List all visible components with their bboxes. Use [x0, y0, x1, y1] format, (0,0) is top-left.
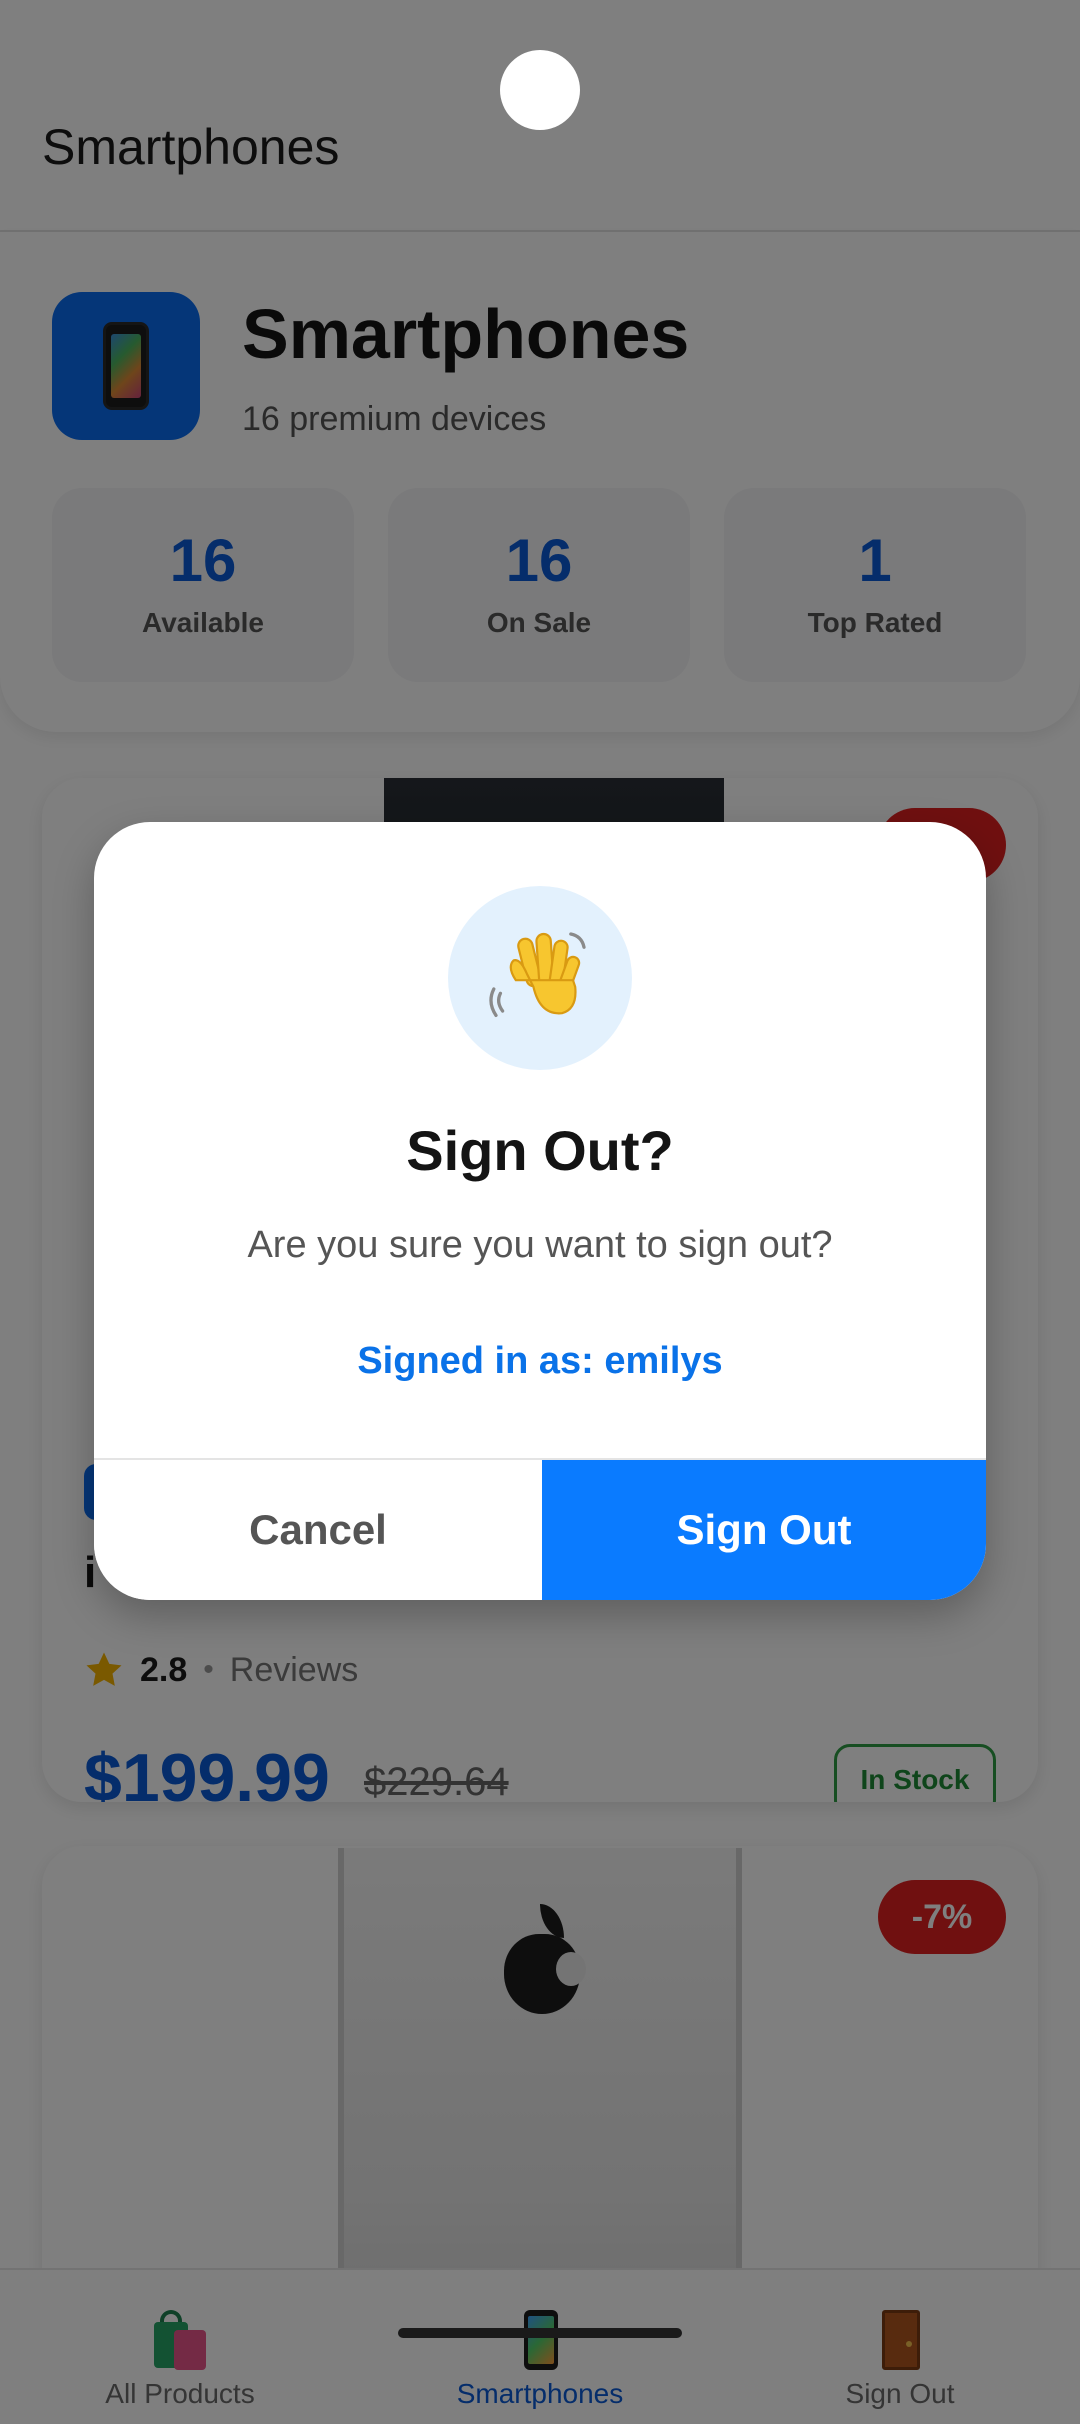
gesture-bar	[398, 2328, 682, 2338]
waving-hand-icon	[448, 886, 632, 1070]
dialog-title: Sign Out?	[406, 1119, 674, 1182]
camera-cutout	[500, 50, 580, 130]
sign-out-button[interactable]: Sign Out	[542, 1460, 986, 1600]
cancel-button[interactable]: Cancel	[94, 1460, 542, 1600]
signed-in-user: Signed in as: emilys	[357, 1340, 723, 1382]
dialog-message: Are you sure you want to sign out?	[247, 1224, 833, 1266]
sign-out-dialog: Sign Out? Are you sure you want to sign …	[94, 822, 986, 1600]
